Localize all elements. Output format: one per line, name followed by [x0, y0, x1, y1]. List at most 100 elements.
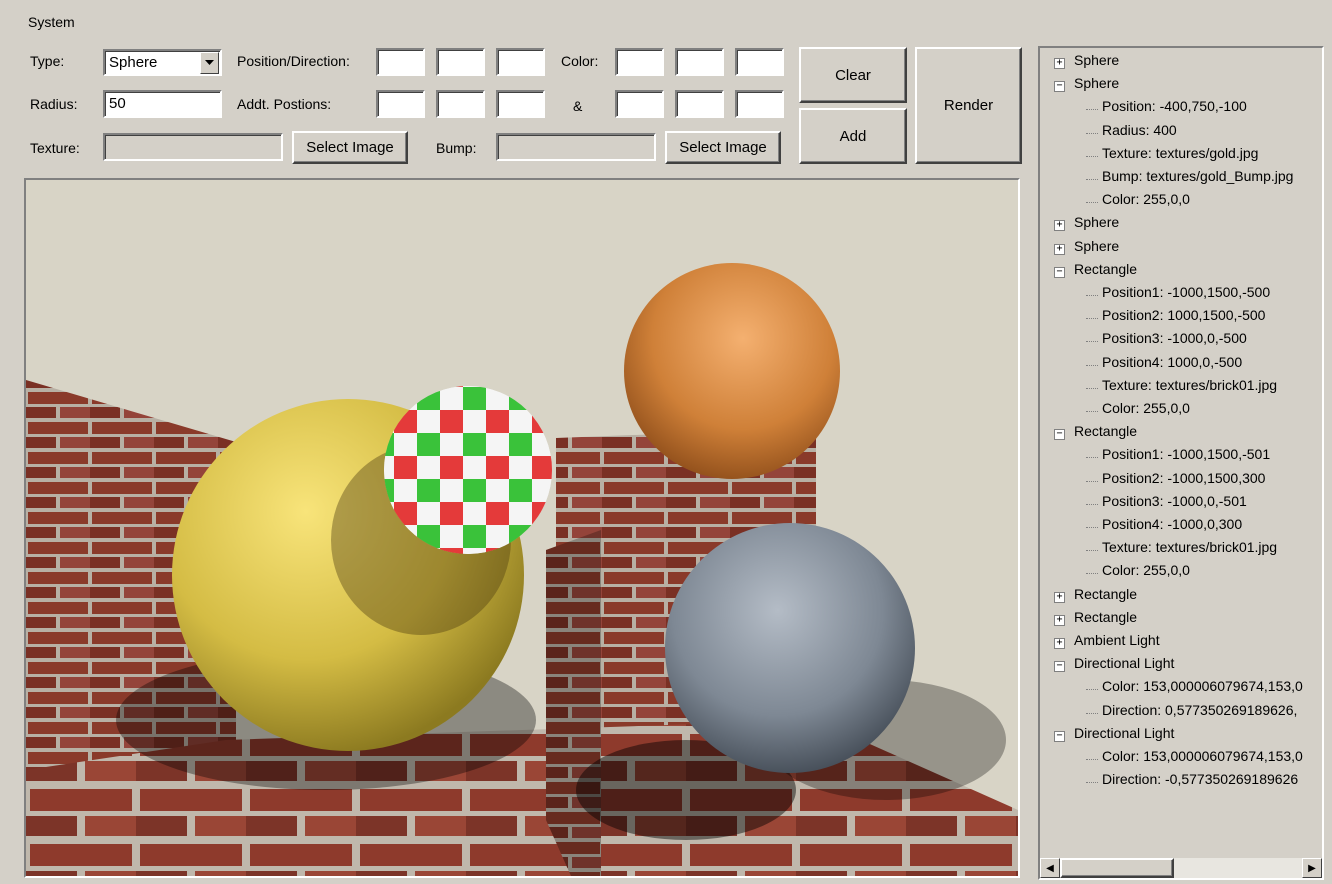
- color-b-input[interactable]: [735, 48, 784, 76]
- select-texture-image-button[interactable]: Select Image: [292, 131, 408, 164]
- tree-node-label: Position4: -1000,0,300: [1102, 516, 1243, 532]
- select-bump-image-button[interactable]: Select Image: [665, 131, 781, 164]
- radius-input-value: 50: [109, 95, 126, 112]
- render-button[interactable]: Render: [915, 47, 1022, 164]
- tree-node-label: Sphere: [1074, 52, 1120, 68]
- position-x-input[interactable]: [376, 48, 425, 76]
- tree-leaf[interactable]: Position3: -1000,0,-500: [1102, 330, 1247, 353]
- plus-icon[interactable]: +: [1054, 58, 1065, 69]
- tree-node[interactable]: Rectangle: [1074, 423, 1137, 446]
- tree-node-label: Color: 255,0,0: [1102, 400, 1190, 416]
- tree-leaf[interactable]: Texture: textures/gold.jpg: [1102, 145, 1258, 168]
- addt-z-input[interactable]: [496, 90, 545, 118]
- tree-horizontal-scrollbar[interactable]: ◀ ▶: [1040, 858, 1322, 878]
- tree-node-label: Position: -400,750,-100: [1102, 98, 1247, 115]
- tree-node-label: Direction: 0,577350269189626,: [1102, 701, 1298, 718]
- scene-tree[interactable]: Sphere + Sphere − Position: -400,750,-100 Rad…: [1038, 46, 1324, 880]
- arrow-right-icon[interactable]: ▶: [1302, 858, 1322, 878]
- tree-leaf[interactable]: Bump: textures/gold_Bump.jpg: [1102, 168, 1293, 191]
- tree-node[interactable]: Rectangle: [1074, 586, 1137, 609]
- tree-node[interactable]: Ambient Light: [1074, 632, 1160, 655]
- scrollbar-thumb[interactable]: [1060, 858, 1174, 878]
- tree-leaf[interactable]: Position1: -1000,1500,-501: [1102, 446, 1270, 469]
- tree-connector: [1086, 202, 1098, 204]
- plus-icon[interactable]: +: [1054, 243, 1065, 255]
- tree-node-label: Rectangle: [1074, 423, 1138, 440]
- menu-system[interactable]: System: [28, 14, 75, 30]
- color-label: Color:: [561, 53, 599, 69]
- tree-connector: [1086, 411, 1098, 412]
- addt-color-g-input[interactable]: [675, 90, 724, 118]
- position-direction-label: Position/Direction:: [237, 53, 350, 69]
- tree-leaf[interactable]: Direction: -0,577350269189626: [1102, 771, 1298, 794]
- tree-connector: [1086, 550, 1098, 552]
- tree-leaf[interactable]: Position4: 1000,0,-500: [1102, 354, 1242, 377]
- tree-node[interactable]: Rectangle: [1074, 609, 1137, 632]
- tree-node[interactable]: Sphere: [1074, 214, 1119, 237]
- tree-leaf[interactable]: Color: 153,000006079674,153,0: [1102, 678, 1303, 701]
- tree-connector: [1086, 527, 1098, 528]
- tree-leaf[interactable]: Position: -400,750,-100: [1102, 98, 1247, 121]
- tree-leaf[interactable]: Color: 153,000006079674,153,0: [1102, 748, 1303, 771]
- tree-node-label: Sphere: [1074, 214, 1120, 231]
- type-select[interactable]: Sphere: [103, 49, 222, 76]
- tree-connector: [1086, 318, 1098, 320]
- color-r-input[interactable]: [615, 48, 664, 76]
- position-z-input[interactable]: [496, 48, 545, 76]
- tree-connector: [1086, 782, 1098, 784]
- plus-icon[interactable]: +: [1054, 614, 1065, 626]
- tree-connector: [1086, 573, 1098, 575]
- minus-icon[interactable]: −: [1054, 266, 1065, 278]
- addt-y-input[interactable]: [436, 90, 485, 118]
- plus-icon[interactable]: +: [1054, 220, 1065, 232]
- tree-connector: [1086, 457, 1098, 459]
- plus-icon[interactable]: +: [1054, 638, 1065, 649]
- clear-button[interactable]: Clear: [799, 47, 907, 103]
- tree-node[interactable]: Sphere: [1074, 52, 1119, 75]
- tree-leaf[interactable]: Position2: -1000,1500,300: [1102, 470, 1265, 493]
- tree-node[interactable]: Sphere: [1074, 238, 1119, 261]
- tree-node-label: Position1: -1000,1500,-500: [1102, 284, 1271, 300]
- add-button[interactable]: Add: [799, 108, 907, 164]
- tree-leaf[interactable]: Position1: -1000,1500,-500: [1102, 284, 1270, 307]
- tree-leaf[interactable]: Radius: 400: [1102, 122, 1177, 145]
- tree-leaf[interactable]: Direction: 0,577350269189626,: [1102, 702, 1297, 725]
- tree-connector: [1086, 341, 1098, 343]
- tree-connector: [1086, 689, 1098, 691]
- tree-node-label: Texture: textures/brick01.jpg: [1102, 539, 1278, 556]
- type-label: Type:: [30, 53, 65, 69]
- tree-node-label: Color: 255,0,0: [1102, 562, 1190, 579]
- chevron-down-icon[interactable]: [200, 52, 219, 74]
- arrow-left-icon[interactable]: ◀: [1040, 858, 1060, 878]
- tree-leaf[interactable]: Color: 255,0,0: [1102, 400, 1190, 423]
- texture-path-field: [103, 133, 283, 161]
- tree-leaf[interactable]: Texture: textures/brick01.jpg: [1102, 539, 1277, 562]
- tree-leaf[interactable]: Position4: -1000,0,300: [1102, 516, 1242, 539]
- bump-label: Bump:: [436, 140, 477, 156]
- tree-leaf[interactable]: Position3: -1000,0,-501: [1102, 493, 1247, 516]
- minus-icon[interactable]: −: [1054, 730, 1065, 742]
- color-g-input[interactable]: [675, 48, 724, 76]
- tree-node[interactable]: Rectangle: [1074, 261, 1137, 284]
- tree-node[interactable]: Directional Light: [1074, 725, 1174, 748]
- addt-color-r-input[interactable]: [615, 90, 664, 118]
- minus-icon[interactable]: −: [1054, 81, 1065, 93]
- rendered-scene: [26, 180, 1018, 876]
- radius-label: Radius:: [30, 96, 78, 112]
- position-y-input[interactable]: [436, 48, 485, 76]
- tree-node[interactable]: Directional Light: [1074, 655, 1174, 678]
- tree-leaf[interactable]: Color: 255,0,0: [1102, 191, 1190, 214]
- minus-icon[interactable]: −: [1054, 429, 1065, 441]
- tree-leaf[interactable]: Position2: 1000,1500,-500: [1102, 307, 1265, 330]
- tree-connector: [1086, 295, 1098, 296]
- radius-input[interactable]: 50: [103, 90, 222, 118]
- tree-connector: [1086, 179, 1098, 180]
- ampersand-label: &: [573, 98, 583, 114]
- tree-leaf[interactable]: Color: 255,0,0: [1102, 562, 1190, 585]
- plus-icon[interactable]: +: [1054, 591, 1065, 603]
- addt-x-input[interactable]: [376, 90, 425, 118]
- tree-node[interactable]: Sphere: [1074, 75, 1119, 98]
- minus-icon[interactable]: −: [1054, 661, 1065, 673]
- addt-color-b-input[interactable]: [735, 90, 784, 118]
- tree-leaf[interactable]: Texture: textures/brick01.jpg: [1102, 377, 1277, 400]
